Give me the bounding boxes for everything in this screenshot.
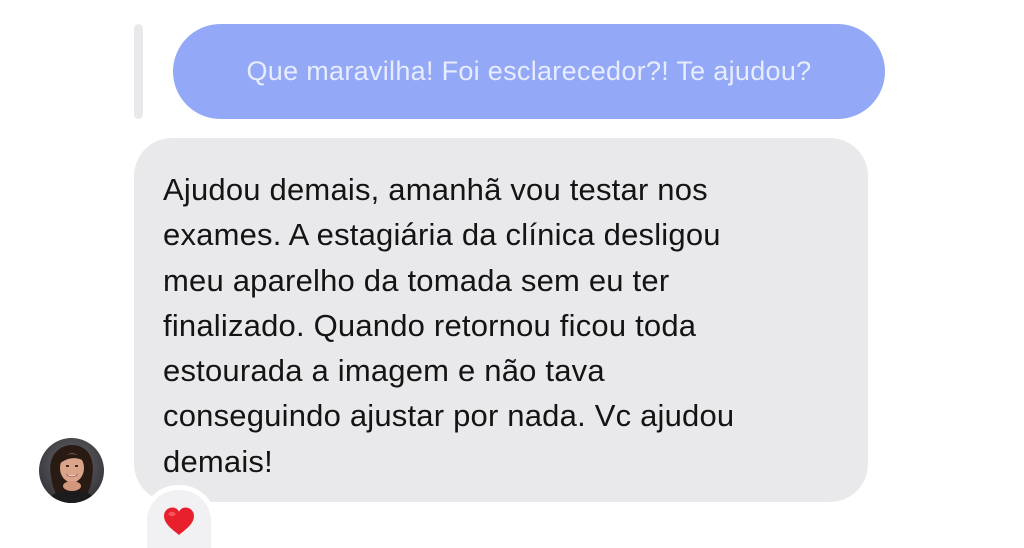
message-line: meu aparelho da tomada sem eu ter [163, 262, 670, 298]
chat-thread: Que maravilha! Foi esclarecedor?! Te aju… [0, 0, 1024, 548]
quoted-message-text: Que maravilha! Foi esclarecedor?! Te aju… [246, 56, 812, 86]
reaction-badge[interactable] [142, 485, 216, 548]
sender-avatar[interactable] [39, 438, 104, 503]
message-line: finalizado. Quando retornou ficou toda [163, 307, 697, 343]
message-line: Ajudou demais, amanhã vou testar nos [163, 172, 708, 207]
person-avatar-icon [39, 438, 104, 503]
reply-indicator-bar [134, 24, 143, 119]
message-line: exames. A estagiária da clínica desligou [163, 217, 721, 253]
received-message-text: Ajudou demais, amanhã vou testar nos exa… [163, 167, 840, 484]
received-message-bubble[interactable]: Ajudou demais, amanhã vou testar nos exa… [134, 138, 868, 502]
quoted-message-bubble[interactable]: Que maravilha! Foi esclarecedor?! Te aju… [173, 24, 885, 119]
message-line: demais! [163, 443, 273, 479]
message-line: estourada a imagem e não tava [163, 353, 605, 389]
red-heart-icon [164, 507, 194, 535]
message-line: conseguindo ajustar por nada. Vc ajudou [163, 398, 735, 434]
